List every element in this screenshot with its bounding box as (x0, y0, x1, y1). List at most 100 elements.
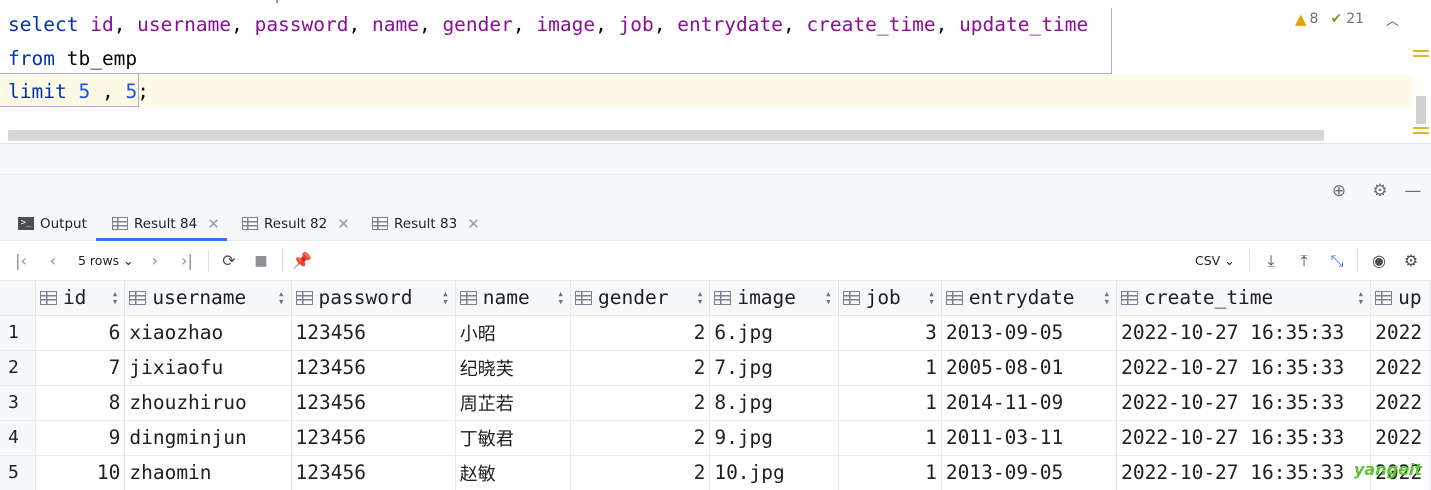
cell-password[interactable]: 123456 (291, 315, 456, 351)
compare-icon[interactable]: ⤡ (1326, 250, 1348, 272)
chevron-up-icon[interactable]: ︿ (1386, 10, 1399, 29)
cell-image[interactable]: 10.jpg (709, 455, 839, 490)
close-icon[interactable]: ✕ (337, 215, 350, 233)
cell-gender[interactable]: 2 (570, 350, 711, 386)
column-header-create-time[interactable]: create_time ▴ ▾ (1116, 281, 1372, 316)
cell-image[interactable]: 8.jpg (709, 385, 839, 421)
result-grid[interactable]: id ▴ ▾ username ▴ ▾ password ▴ ▾ name ▴ ▾ gender… (0, 281, 1431, 490)
column-header-update-time[interactable]: up (1370, 281, 1431, 316)
last-page-icon[interactable]: ›| (178, 250, 196, 272)
cell-id[interactable]: 10 (35, 455, 126, 490)
sql-editor[interactable]: select id, username, password, name, gen… (0, 0, 1431, 143)
previous-page-icon[interactable]: ‹ (44, 250, 62, 272)
cell-id[interactable]: 9 (35, 420, 126, 456)
cell-gender[interactable]: 2 (570, 315, 711, 351)
cell-username[interactable]: jixiaofu (124, 350, 292, 386)
cell-id[interactable]: 8 (35, 385, 126, 421)
column-header-image[interactable]: image ▴ ▾ (709, 281, 839, 316)
cell-password[interactable]: 123456 (291, 350, 456, 386)
column-header-entrydate[interactable]: entrydate ▴ ▾ (941, 281, 1118, 316)
cell-create-time[interactable]: 2022-10-27 16:35:33 (1116, 350, 1372, 386)
download-icon[interactable]: ⤓ (1261, 250, 1281, 272)
cell-gender[interactable]: 2 (570, 385, 711, 421)
column-header-username[interactable]: username ▴ ▾ (124, 281, 292, 316)
cell-create-time[interactable]: 2022-10-27 16:35:33 (1116, 385, 1372, 421)
cell-job[interactable]: 3 (838, 315, 942, 351)
cell-password[interactable]: 123456 (291, 385, 456, 421)
sort-icon[interactable]: ▴ ▾ (557, 288, 564, 307)
sort-icon[interactable]: ▴ ▾ (1104, 288, 1111, 307)
row-number[interactable]: 5 (0, 455, 36, 490)
inspection-widget[interactable]: ▲ 8 ✔ 21 ︿ (1295, 9, 1399, 29)
code-line-1[interactable]: select id, username, password, name, gen… (8, 8, 1088, 42)
column-header-job[interactable]: job ▴ ▾ (838, 281, 942, 316)
cell-job[interactable]: 1 (838, 350, 942, 386)
cell-entrydate[interactable]: 2013-09-05 (941, 455, 1118, 490)
row-number[interactable]: 4 (0, 420, 36, 456)
cell-id[interactable]: 6 (35, 315, 126, 351)
gear-icon[interactable]: ⚙ (1370, 181, 1390, 201)
sort-icon[interactable]: ▴ ▾ (278, 288, 285, 307)
sort-icon[interactable]: ▴ ▾ (928, 288, 935, 307)
tab-result-82[interactable]: Result 82 ✕ (242, 206, 350, 241)
eye-icon[interactable]: ◉ (1368, 250, 1390, 272)
cell-update-time[interactable]: 2022 (1370, 315, 1431, 351)
table-row[interactable]: 2 7 jixiaofu 123456 纪晓芙 2 7.jpg 1 2005-08-01 2022… (0, 350, 1431, 386)
next-page-icon[interactable]: › (146, 250, 164, 272)
cell-password[interactable]: 123456 (291, 455, 456, 490)
row-number[interactable]: 1 (0, 315, 36, 351)
minimize-icon[interactable]: — (1403, 181, 1423, 201)
cell-name[interactable]: 丁敏君 (455, 420, 572, 456)
cell-entrydate[interactable]: 2011-03-11 (941, 420, 1118, 456)
cell-image[interactable]: 7.jpg (709, 350, 839, 386)
cell-create-time[interactable]: 2022-10-27 16:35:33 (1116, 420, 1372, 456)
cell-name[interactable]: 赵敏 (455, 455, 572, 490)
tab-output[interactable]: >_ Output (18, 206, 87, 241)
sort-icon[interactable]: ▴ ▾ (442, 288, 449, 307)
cell-entrydate[interactable]: 2013-09-05 (941, 315, 1118, 351)
cell-username[interactable]: dingminjun (124, 420, 292, 456)
cell-create-time[interactable]: 2022-10-27 16:35:33 (1116, 315, 1372, 351)
column-header-gender[interactable]: gender ▴ ▾ (570, 281, 711, 316)
row-number[interactable]: 2 (0, 350, 36, 386)
first-page-icon[interactable]: |‹ (12, 250, 30, 272)
panel-splitter[interactable] (0, 143, 1431, 174)
sort-icon[interactable]: ▴ ▾ (697, 288, 704, 307)
cell-job[interactable]: 1 (838, 420, 942, 456)
cell-update-time[interactable]: 2022 (1370, 350, 1431, 386)
close-icon[interactable]: ✕ (467, 215, 480, 233)
cell-create-time[interactable]: 2022-10-27 16:35:33 (1116, 455, 1372, 490)
cell-id[interactable]: 7 (35, 350, 126, 386)
page-size-select[interactable]: 5 rows ⌄ (78, 250, 134, 272)
tab-result-83[interactable]: Result 83 ✕ (372, 206, 480, 241)
warning-stripe-mark[interactable] (1413, 55, 1429, 57)
cell-image[interactable]: 6.jpg (709, 315, 839, 351)
cell-username[interactable]: zhouzhiruo (124, 385, 292, 421)
tab-result-84[interactable]: Result 84 ✕ (112, 206, 220, 241)
sort-icon[interactable]: ▴ ▾ (1357, 288, 1364, 307)
stop-icon[interactable]: ■ (252, 250, 270, 272)
cell-update-time[interactable]: 2022 (1370, 385, 1431, 421)
sort-icon[interactable]: ▴ ▾ (112, 288, 119, 307)
cell-username[interactable]: zhaomin (124, 455, 292, 490)
gear-icon[interactable]: ⚙ (1400, 250, 1422, 272)
code-line-2[interactable]: from tb_emp (8, 42, 137, 76)
export-format-select[interactable]: CSV ⌄ (1195, 250, 1235, 272)
column-header-name[interactable]: name ▴ ▾ (455, 281, 572, 316)
cell-job[interactable]: 1 (838, 385, 942, 421)
cell-job[interactable]: 1 (838, 455, 942, 490)
editor-vertical-scrollbar[interactable] (1416, 96, 1426, 124)
cell-password[interactable]: 123456 (291, 420, 456, 456)
code-line-3[interactable]: limit 5 , 5; (8, 75, 149, 109)
cell-entrydate[interactable]: 2005-08-01 (941, 350, 1118, 386)
cell-gender[interactable]: 2 (570, 455, 711, 490)
warning-stripe-mark[interactable] (1413, 50, 1429, 52)
table-row[interactable]: 4 9 dingminjun 123456 丁敏君 2 9.jpg 1 2011-03-11 20… (0, 420, 1431, 456)
cell-entrydate[interactable]: 2014-11-09 (941, 385, 1118, 421)
table-row[interactable]: 5 10 zhaomin 123456 赵敏 2 10.jpg 1 2013-09-05 2022… (0, 455, 1431, 490)
cell-name[interactable]: 小昭 (455, 315, 572, 351)
cell-username[interactable]: xiaozhao (124, 315, 292, 351)
cell-image[interactable]: 9.jpg (709, 420, 839, 456)
warning-stripe-mark[interactable] (1413, 132, 1429, 134)
crosshair-icon[interactable]: ⊕ (1329, 181, 1349, 201)
